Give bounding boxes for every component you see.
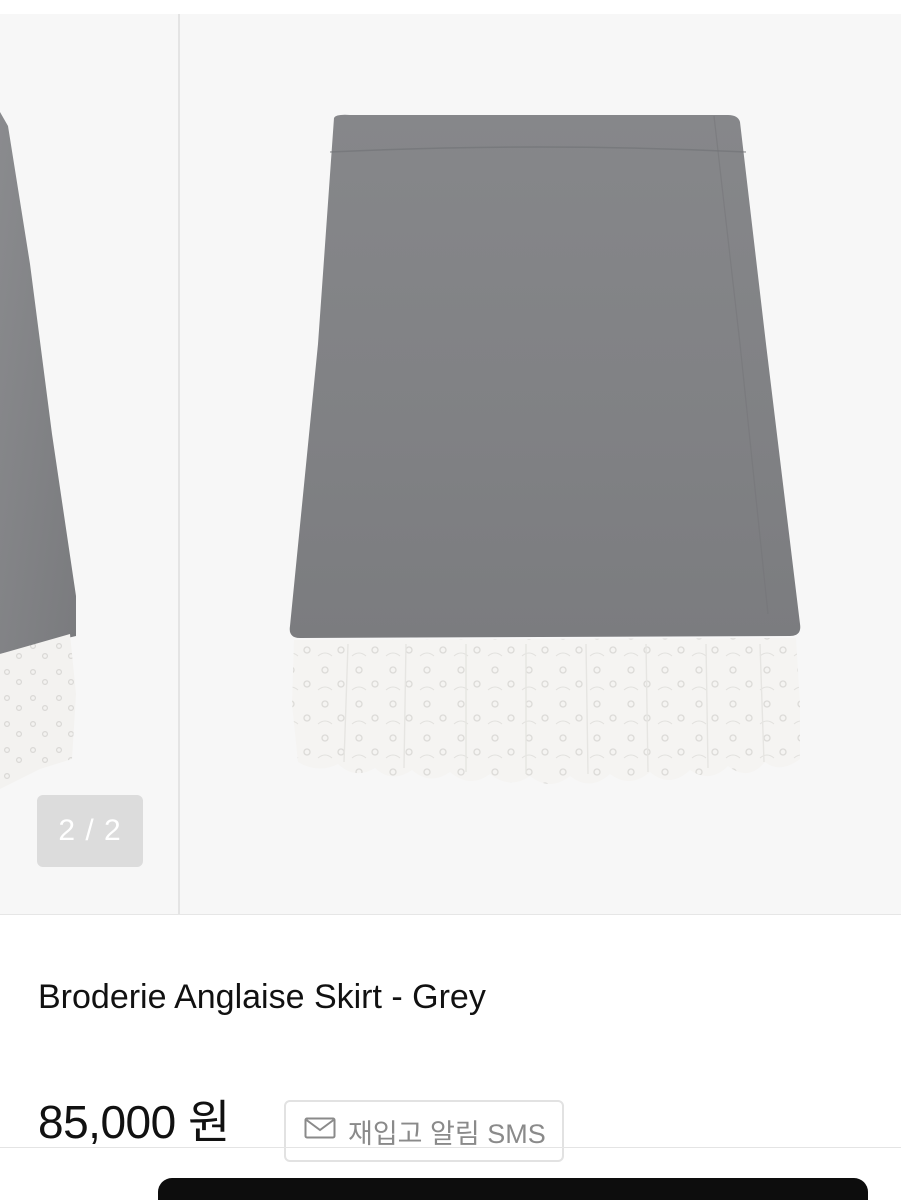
restock-sms-label: 재입고 알림 SMS — [348, 1118, 546, 1149]
product-title: Broderie Anglaise Skirt - Grey — [38, 978, 486, 1016]
top-strip — [0, 0, 901, 14]
product-page: 2 / 2 Broderie Anglaise Skirt - Grey 85,… — [0, 0, 901, 1200]
mail-icon — [304, 1117, 336, 1139]
skirt-image-previous — [0, 112, 76, 789]
gallery-slide-current[interactable] — [180, 14, 901, 914]
product-image-gallery[interactable]: 2 / 2 — [0, 14, 901, 915]
gallery-slide-previous[interactable] — [0, 14, 178, 914]
restock-sms-alert-button[interactable]: 재입고 알림 SMS — [284, 1100, 564, 1162]
divider — [0, 1147, 901, 1148]
gallery-counter: 2 / 2 — [37, 795, 143, 867]
skirt-image — [289, 114, 801, 784]
product-price: 85,000 원 — [38, 1096, 230, 1148]
bottom-action-bar[interactable] — [158, 1178, 868, 1200]
